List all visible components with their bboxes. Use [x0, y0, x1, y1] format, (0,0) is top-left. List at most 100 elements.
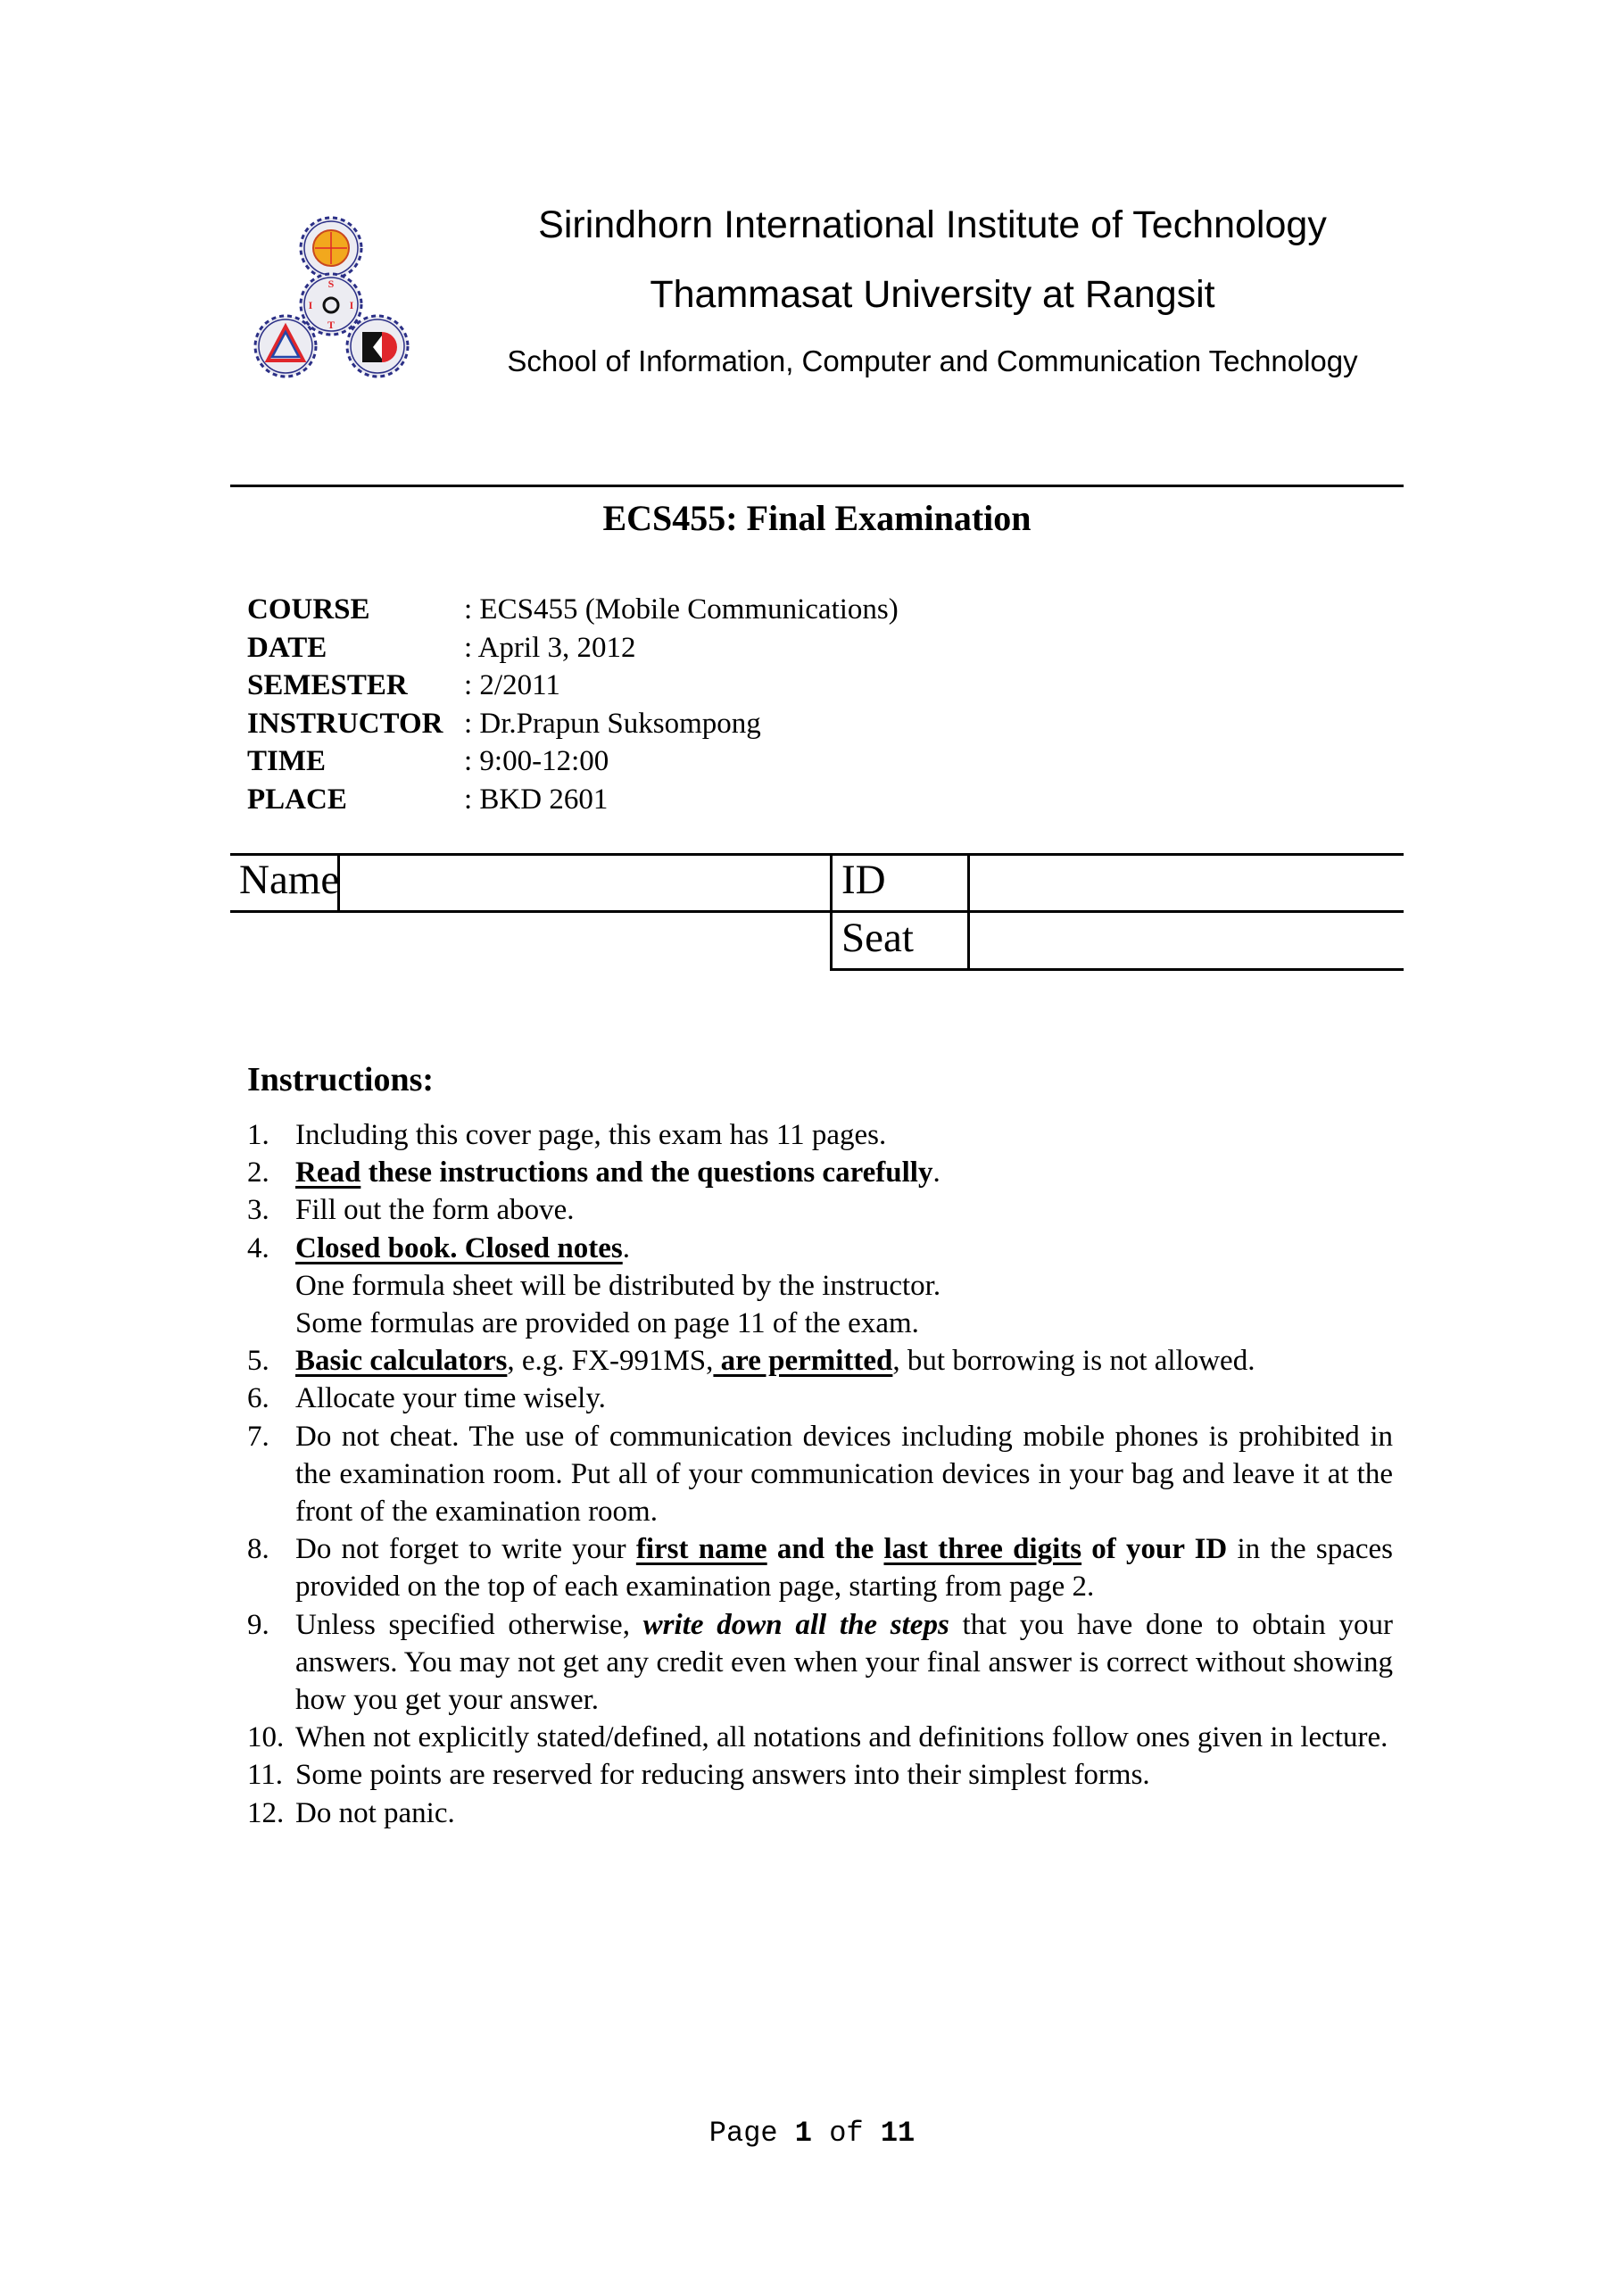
info-label: COURSE — [247, 593, 370, 626]
page-word: Page — [708, 2117, 778, 2150]
info-label: SEMESTER — [247, 669, 408, 701]
school-name: School of Information, Computer and Comm… — [507, 344, 1358, 377]
instruction-number: 3. — [247, 1194, 269, 1227]
instruction-segment: Allocate your time wisely. — [295, 1382, 606, 1415]
instruction-item: 8. Do not forget to write your first name… — [247, 1530, 1393, 1605]
info-value: : Dr.Prapun Suksompong — [464, 707, 761, 740]
gears-logo-icon: S I I T — [253, 216, 410, 378]
instruction-segment: write down all the steps — [642, 1608, 949, 1641]
instruction-segment: of your ID — [1081, 1533, 1228, 1566]
instruction-segment: Some points are reserved for reducing an… — [295, 1759, 1150, 1792]
instruction-text: Basic calculators, e.g. FX-991MS, are pe… — [295, 1342, 1393, 1380]
instruction-segment: these instructions and the questions car… — [360, 1156, 933, 1189]
instruction-item: 9. Unless specified otherwise, write down… — [247, 1606, 1393, 1720]
instruction-text: Unless specified otherwise, write down a… — [295, 1606, 1393, 1720]
instruction-number: 8. — [247, 1533, 269, 1566]
of-word: of — [829, 2117, 864, 2150]
instruction-segment: Basic calculators — [295, 1345, 508, 1378]
instruction-segment: are permitted — [713, 1345, 893, 1378]
instruction-number: 5. — [247, 1345, 269, 1378]
info-row-date: DATE : April 3, 2012 — [247, 629, 899, 667]
info-label: TIME — [247, 745, 327, 777]
info-row-course: COURSE : ECS455 (Mobile Communications) — [247, 591, 899, 629]
id-label: ID — [841, 857, 886, 903]
instruction-text: Some points are reserved for reducing an… — [295, 1756, 1393, 1794]
instruction-text: Closed book. Closed notes. — [295, 1230, 1393, 1267]
svg-text:I: I — [309, 299, 313, 311]
instruction-number: 11. — [247, 1759, 284, 1792]
university-name: Thammasat University at Rangsit — [650, 273, 1215, 316]
instruction-item: 7. Do not cheat. The use of communication… — [247, 1418, 1393, 1531]
instruction-number: 1. — [247, 1119, 269, 1151]
instruction-segment: Do not forget to write your — [295, 1533, 636, 1566]
instruction-segment: last three digits — [883, 1533, 1082, 1566]
info-label: DATE — [247, 631, 327, 664]
instruction-segment: first name — [635, 1533, 767, 1566]
instruction-text: Do not cheat. The use of communication d… — [295, 1418, 1393, 1531]
instruction-text: Do not panic. — [295, 1795, 1393, 1832]
info-value: : 9:00-12:00 — [464, 745, 609, 777]
instruction-text: Including this cover page, this exam has… — [295, 1116, 1393, 1154]
instruction-segment: When not explicitly stated/defined, all … — [295, 1721, 1388, 1754]
table-border — [230, 910, 1404, 913]
instruction-item: 1. Including this cover page, this exam h… — [247, 1116, 1393, 1154]
table-border — [830, 968, 1404, 971]
table-border — [830, 853, 833, 971]
instruction-item: 6. Allocate your time wisely. — [247, 1380, 1393, 1417]
seat-label: Seat — [841, 915, 914, 961]
svg-text:S: S — [328, 278, 335, 290]
svg-text:I: I — [350, 299, 354, 311]
instruction-item: 3. Fill out the form above. — [247, 1191, 1393, 1229]
instruction-item: 4. Closed book. Closed notes. One formula … — [247, 1230, 1393, 1343]
instruction-note: Some formulas are provided on page 11 of… — [295, 1307, 919, 1340]
instruction-segment: Closed book. Closed notes — [295, 1231, 623, 1264]
instruction-text: When not explicitly stated/defined, all … — [295, 1719, 1393, 1756]
instruction-text: Fill out the form above. — [295, 1191, 1393, 1229]
instruction-item: 11. Some points are reserved for reducing… — [247, 1756, 1393, 1794]
instruction-item: 2. Read these instructions and the questi… — [247, 1154, 1393, 1191]
instruction-segment: , but borrowing is not allowed. — [892, 1345, 1255, 1378]
instruction-number: 12. — [247, 1796, 285, 1829]
svg-text:T: T — [327, 319, 335, 331]
instruction-segment: Fill out the form above. — [295, 1194, 575, 1227]
instruction-text: Read these instructions and the question… — [295, 1154, 1393, 1191]
instruction-number: 7. — [247, 1420, 269, 1453]
name-field[interactable] — [341, 857, 828, 909]
instruction-text: Allocate your time wisely. — [295, 1380, 1393, 1417]
seat-field[interactable] — [971, 914, 1403, 967]
instruction-segment: Do not panic. — [295, 1796, 455, 1829]
instruction-item: 12. Do not panic. — [247, 1795, 1393, 1832]
id-field[interactable] — [971, 857, 1403, 909]
info-row-instructor: INSTRUCTOR : Dr.Prapun Suksompong — [247, 705, 899, 743]
institute-name: Sirindhorn International Institute of Te… — [538, 203, 1327, 246]
instruction-item: 5. Basic calculators, e.g. FX-991MS, are … — [247, 1342, 1393, 1380]
instruction-segment: Do not cheat. The use of communication d… — [295, 1420, 1393, 1529]
info-value: : April 3, 2012 — [464, 631, 636, 664]
instruction-number: 6. — [247, 1382, 269, 1415]
instruction-segment: . — [622, 1231, 630, 1264]
instruction-note: One formula sheet will be distributed by… — [295, 1269, 941, 1302]
student-info-form: Name ID Seat — [230, 853, 1404, 971]
info-label: PLACE — [247, 783, 347, 816]
info-value: : ECS455 (Mobile Communications) — [464, 593, 899, 626]
instruction-segment: Unless specified otherwise, — [295, 1608, 643, 1641]
instructions-list: 1. Including this cover page, this exam h… — [247, 1116, 1393, 1832]
header-divider — [230, 485, 1404, 487]
info-row-semester: SEMESTER : 2/2011 — [247, 667, 899, 705]
total-pages: 11 — [880, 2117, 916, 2150]
instruction-number: 2. — [247, 1156, 269, 1189]
instruction-segment: Including this cover page, this exam has… — [295, 1119, 887, 1151]
table-border — [967, 853, 970, 971]
instruction-segment: , e.g. FX-991MS, — [507, 1345, 714, 1378]
table-border — [230, 853, 1404, 856]
instruction-number: 9. — [247, 1608, 269, 1641]
exam-info-block: COURSE : ECS455 (Mobile Communications) … — [247, 591, 899, 818]
info-value: : BKD 2601 — [464, 783, 609, 816]
instructions-heading: Instructions: — [247, 1061, 435, 1098]
instruction-segment: and the — [766, 1533, 884, 1566]
instruction-number: 4. — [247, 1231, 269, 1264]
page-number: Page 1 of 11 — [0, 2117, 1624, 2150]
info-row-time: TIME : 9:00-12:00 — [247, 742, 899, 781]
info-value: : 2/2011 — [464, 669, 560, 701]
info-row-place: PLACE : BKD 2601 — [247, 781, 899, 819]
